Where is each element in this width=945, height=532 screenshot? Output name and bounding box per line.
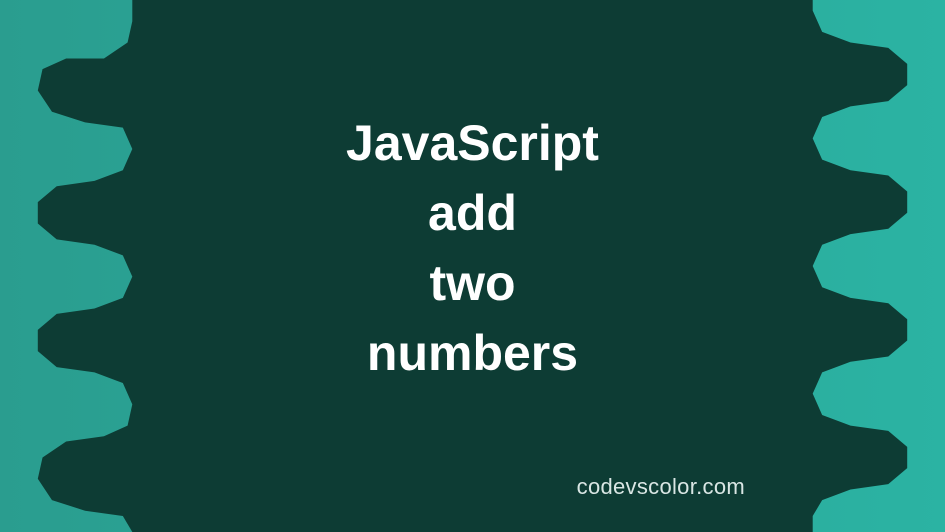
title-block: JavaScript add two numbers [223, 108, 723, 388]
title-line-1: JavaScript [223, 108, 723, 178]
title-line-3: two [223, 248, 723, 318]
title-line-4: numbers [223, 318, 723, 388]
watermark-text: codevscolor.com [577, 474, 745, 500]
banner-container: JavaScript add two numbers codevscolor.c… [0, 0, 945, 532]
title-line-2: add [223, 178, 723, 248]
